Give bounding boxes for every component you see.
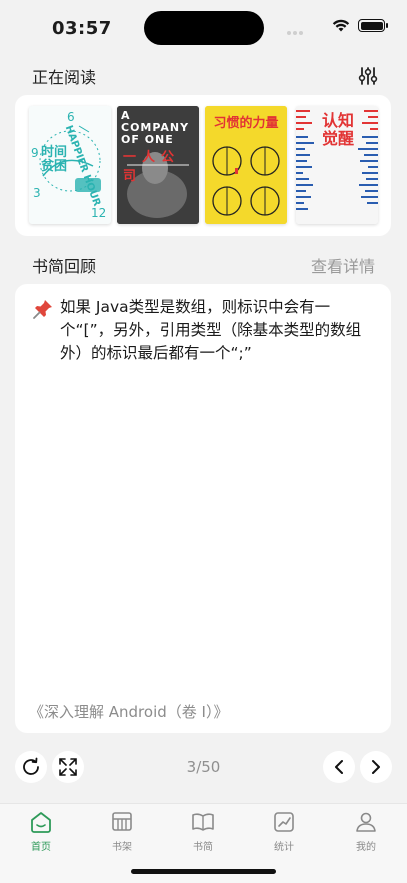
book-cover-company-of-one[interactable]: A COMPANY OF ONE 一人公司 [117,106,199,224]
book-cover-power-of-habit[interactable]: 习惯的力量 [205,106,287,224]
note-card: 如果 Java类型是数组，则标识中会有一个“[”，另外，引用类型（除基本类型的数… [15,284,391,733]
book-3-title: 习惯的力量 [213,116,279,131]
tab-home[interactable]: 首页 [11,810,71,853]
note-text: 如果 Java类型是数组，则标识中会有一个“[”，另外，引用类型（除基本类型的数… [60,298,362,362]
previous-button[interactable] [323,751,355,783]
book-1-title: 时间贫困 [41,145,68,174]
tab-profile[interactable]: 我的 [336,810,396,853]
reading-section-title: 正在阅读 [32,68,97,87]
dynamic-island [144,11,264,45]
chevron-left-icon [335,760,343,774]
chevron-right-icon [372,760,380,774]
view-details-link[interactable]: 查看详情 [311,253,375,277]
grab-dots [287,31,305,35]
tab-bookshelf[interactable]: 书架 [92,810,152,853]
book-1-number-3: 3 [33,186,41,200]
next-button[interactable] [360,751,392,783]
chart-icon [274,812,294,832]
tab-label: 书简 [193,842,213,853]
reading-books-card: 6 9 3 12 HAPPIER HOUR 时间贫困 A COMPANY OF … [15,95,391,236]
recap-section-title: 书简回顾 [32,257,97,276]
book-open-icon [192,813,214,831]
home-indicator [131,869,276,874]
book-1-number-6: 6 [67,110,75,124]
tab-label: 统计 [274,842,294,853]
person-icon [356,812,376,832]
tab-label: 首页 [31,842,51,853]
bookshelf-icon [112,812,132,831]
tab-label: 书架 [112,842,132,853]
home-icon [31,812,51,833]
battery-icon [358,19,388,32]
book-cover-time-poverty[interactable]: 6 9 3 12 HAPPIER HOUR 时间贫困 [29,106,111,224]
pushpin-icon [33,300,52,319]
book-4-title: 认知觉醒 [322,111,355,148]
book-cover-cognitive-awakening[interactable]: 认知觉醒 [296,106,378,224]
book-2-title: 一人公司 [123,150,181,184]
note-source: 《深入理解 Android（卷 I）》 [29,703,229,721]
tab-statistics[interactable]: 统计 [254,810,314,853]
book-1-number-9: 9 [31,146,39,160]
book-2-title-en: A COMPANY OF ONE [121,109,190,146]
status-time: 03:57 [52,18,112,39]
tab-label: 我的 [356,842,376,853]
tab-notes[interactable]: 书简 [173,810,233,853]
status-bar: 03:57 [0,0,407,58]
status-icons [332,19,388,32]
wifi-icon [332,19,350,32]
book-1-number-12: 12 [91,206,107,220]
sliders-icon[interactable] [358,66,378,86]
